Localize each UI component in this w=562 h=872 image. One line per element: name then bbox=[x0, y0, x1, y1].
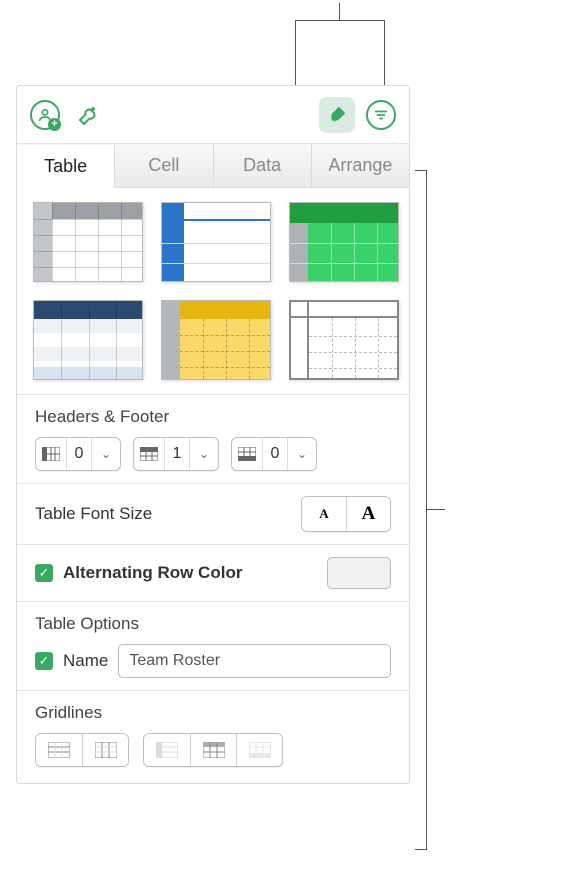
gridlines-section: Gridlines bbox=[17, 690, 409, 783]
font-size-increase-button[interactable]: A bbox=[346, 497, 390, 531]
tab-table[interactable]: Table bbox=[17, 145, 115, 188]
gridlines-footer-row-button[interactable] bbox=[236, 734, 282, 766]
format-inspector-panel: + Table Cell Data Arrange bbox=[16, 85, 410, 784]
alt-row-color-well[interactable] bbox=[327, 557, 391, 589]
gridlines-footer-row-icon bbox=[249, 742, 271, 758]
table-style-yellow[interactable] bbox=[161, 300, 271, 380]
headers-footer-section: Headers & Footer 0 ⌄ 1 ⌄ 0 bbox=[17, 394, 409, 483]
headers-footer-title: Headers & Footer bbox=[35, 407, 391, 427]
footer-rows-value: 0 bbox=[262, 438, 288, 470]
tools-button[interactable] bbox=[71, 97, 107, 133]
toolbar: + bbox=[17, 86, 409, 144]
gridlines-body-vertical-button[interactable] bbox=[82, 734, 128, 766]
table-style-presets bbox=[17, 188, 409, 394]
table-style-navy[interactable] bbox=[33, 300, 143, 380]
gridlines-header-row-button[interactable] bbox=[190, 734, 236, 766]
gridlines-title: Gridlines bbox=[35, 703, 391, 723]
format-button[interactable] bbox=[319, 97, 355, 133]
font-size-segmented: A A bbox=[301, 496, 391, 532]
alt-row-section: ✓ Alternating Row Color bbox=[17, 544, 409, 601]
wrench-icon bbox=[77, 103, 101, 127]
plus-badge-icon: + bbox=[48, 118, 61, 131]
paintbrush-icon bbox=[326, 104, 348, 126]
table-name-label: Name bbox=[63, 651, 108, 671]
gridlines-header-col-button[interactable] bbox=[144, 734, 190, 766]
alt-row-label: Alternating Row Color bbox=[63, 563, 242, 583]
header-columns-icon bbox=[36, 447, 66, 461]
table-name-input[interactable] bbox=[118, 644, 391, 678]
footer-rows-icon bbox=[232, 447, 262, 461]
font-size-section: Table Font Size A A bbox=[17, 483, 409, 544]
organize-button[interactable] bbox=[363, 97, 399, 133]
filter-icon bbox=[374, 108, 388, 122]
header-rows-stepper[interactable]: 1 ⌄ bbox=[133, 437, 219, 471]
gridlines-header-col-icon bbox=[156, 742, 178, 758]
header-rows-value: 1 bbox=[164, 438, 190, 470]
gridlines-vertical-icon bbox=[95, 742, 117, 758]
table-options-title: Table Options bbox=[35, 614, 391, 634]
alt-row-checkbox[interactable]: ✓ bbox=[35, 564, 53, 582]
table-style-green[interactable] bbox=[289, 202, 399, 282]
tab-cell[interactable]: Cell bbox=[115, 144, 213, 187]
header-columns-value: 0 bbox=[66, 438, 92, 470]
gridlines-header-row-icon bbox=[203, 742, 225, 758]
table-name-checkbox[interactable]: ✓ bbox=[35, 652, 53, 670]
gridlines-horizontal-icon bbox=[48, 742, 70, 758]
table-style-gray[interactable] bbox=[33, 202, 143, 282]
tab-arrange[interactable]: Arrange bbox=[312, 144, 409, 187]
chevron-down-icon: ⌄ bbox=[190, 447, 218, 461]
collaborate-button[interactable]: + bbox=[27, 97, 63, 133]
tab-data[interactable]: Data bbox=[214, 144, 312, 187]
header-rows-icon bbox=[134, 447, 164, 461]
chevron-down-icon: ⌄ bbox=[288, 447, 316, 461]
font-size-title: Table Font Size bbox=[35, 504, 152, 524]
gridlines-body-horizontal-button[interactable] bbox=[36, 734, 82, 766]
table-options-section: Table Options ✓ Name bbox=[17, 601, 409, 690]
footer-rows-stepper[interactable]: 0 ⌄ bbox=[231, 437, 317, 471]
table-style-blue[interactable] bbox=[161, 202, 271, 282]
header-columns-stepper[interactable]: 0 ⌄ bbox=[35, 437, 121, 471]
font-size-decrease-button[interactable]: A bbox=[302, 497, 346, 531]
table-style-outline[interactable] bbox=[289, 300, 399, 380]
chevron-down-icon: ⌄ bbox=[92, 447, 120, 461]
inspector-tabs: Table Cell Data Arrange bbox=[17, 144, 409, 188]
